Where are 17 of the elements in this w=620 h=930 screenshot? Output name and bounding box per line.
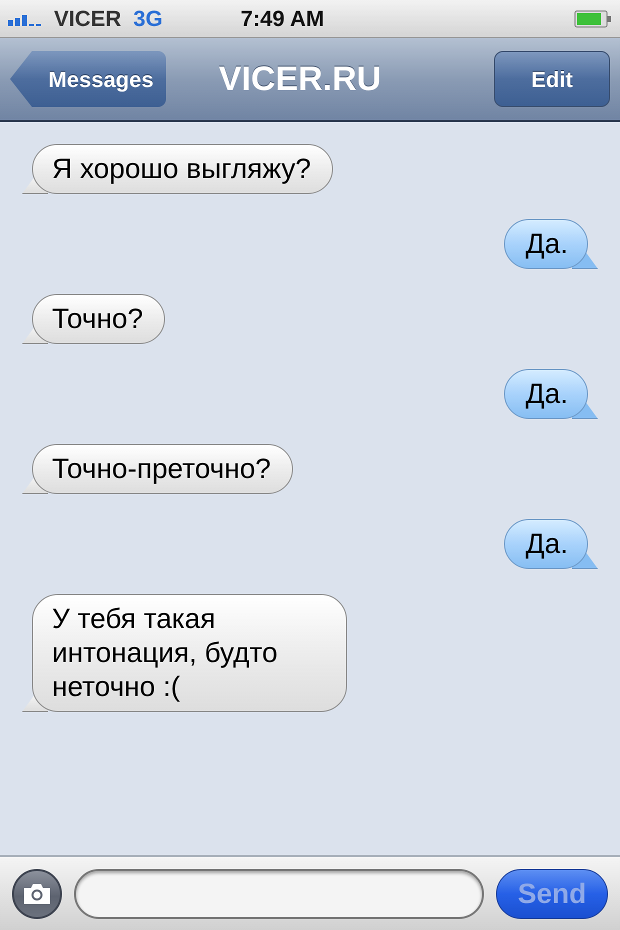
edit-button[interactable]: Edit — [494, 51, 610, 107]
camera-button[interactable] — [12, 868, 62, 918]
incoming-message-bubble: Точно-преточно? — [22, 444, 293, 494]
incoming-message-bubble: Я хорошо выгляжу? — [22, 144, 333, 194]
back-button[interactable]: Messages — [10, 51, 166, 107]
incoming-message-bubble: Точно? — [22, 294, 166, 344]
outgoing-message-bubble: Да. — [504, 369, 598, 419]
camera-icon — [22, 882, 52, 906]
outgoing-message-bubble: Да. — [504, 519, 598, 569]
battery-icon — [574, 10, 612, 28]
conversation-title: VICER.RU — [218, 58, 382, 100]
message-input-field[interactable] — [74, 868, 484, 918]
clock-time: 7:49 AM — [240, 5, 324, 33]
carrier-name: VICER — [54, 5, 122, 33]
outgoing-message-bubble: Да. — [504, 219, 598, 269]
network-type: 3G — [133, 5, 163, 33]
incoming-message-bubble: У тебя такая интонация, будто неточно :( — [22, 594, 347, 712]
